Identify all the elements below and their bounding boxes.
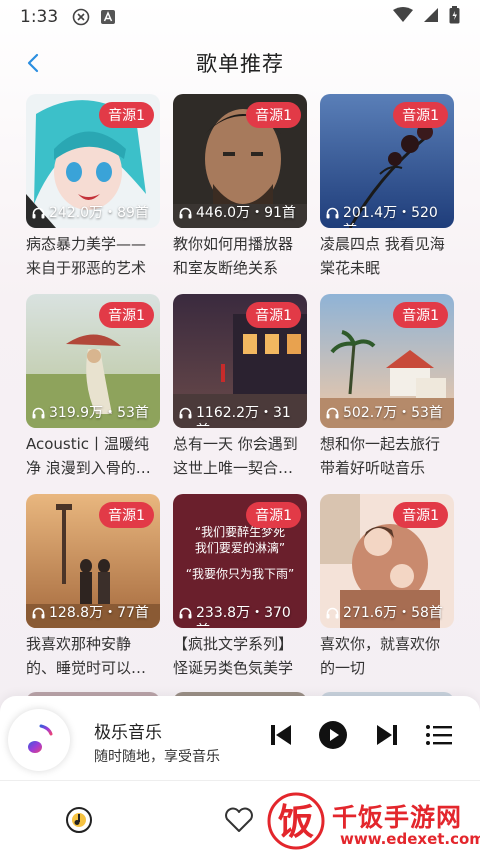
headphones-icon <box>179 607 192 619</box>
next-button[interactable] <box>372 720 402 750</box>
nav-music[interactable] <box>62 803 96 837</box>
source-badge: 音源1 <box>393 302 448 328</box>
play-count-text: 233.8万・370首 <box>196 605 291 626</box>
source-badge: 音源1 <box>393 502 448 528</box>
playlist-card[interactable]: 音源1 201.4万・520首 凌晨四点 我看见海棠花未眠 <box>320 94 454 280</box>
previous-button[interactable] <box>266 720 296 750</box>
playlist-card[interactable]: 音源1 128.8万・77首 我喜欢那种安静的、睡觉时可以… <box>26 494 160 680</box>
player-subtitle: 随时随地，享受音乐 <box>94 749 220 765</box>
source-badge: 音源1 <box>246 302 301 328</box>
play-count-text: 128.8万・77首 <box>49 605 149 621</box>
play-count-text: 446.0万・91首 <box>196 205 296 221</box>
headphones-icon <box>32 407 45 419</box>
play-count: 233.8万・370首 <box>179 604 303 626</box>
headphones-icon <box>32 207 45 219</box>
cover-quote-line3: “我要你只为我下雨” <box>185 567 295 581</box>
signal-icon <box>423 7 439 28</box>
playlist-title: 凌晨四点 我看见海棠花未眠 <box>320 235 445 277</box>
source-badge: 音源1 <box>393 102 448 128</box>
play-count: 271.6万・58首 <box>326 604 450 626</box>
playlist-card[interactable]: “我们要醉生梦死 我们要爱的淋漓” “我要你只为我下雨” 音源1 233.8万・… <box>173 494 307 680</box>
playlist-card[interactable]: 音源1 319.9万・53首 Acoustic丨温暖纯净 浪漫到入骨的… <box>26 294 160 480</box>
player-app-name: 极乐音乐 <box>94 723 162 743</box>
playlist-card[interactable]: 音源1 502.7万・53首 想和你一起去旅行带着好听哒音乐 <box>320 294 454 480</box>
play-count: 319.9万・53首 <box>32 404 156 426</box>
playlist-card[interactable]: 音源1 1162.2万・31首 总有一天 你会遇到这世上唯一契合… <box>173 294 307 480</box>
playlist-cover[interactable]: 音源1 502.7万・53首 <box>320 294 454 428</box>
playlist-title: 想和你一起去旅行带着好听哒音乐 <box>320 435 441 477</box>
playlist-title: 总有一天 你会遇到这世上唯一契合… <box>173 435 298 477</box>
play-count: 502.7万・53首 <box>326 404 450 426</box>
play-count: 446.0万・91首 <box>179 204 303 226</box>
playlist-queue-button[interactable] <box>424 720 454 750</box>
mini-player[interactable]: 极乐音乐 随时随地，享受音乐 <box>0 696 480 780</box>
battery-icon <box>449 5 460 29</box>
play-count-text: 1162.2万・31首 <box>196 405 291 426</box>
watermark-text: 千饭手游网 <box>332 803 463 832</box>
play-count-text: 319.9万・53首 <box>49 405 149 421</box>
cover-quote-line2: 我们要爱的淋漓” <box>194 541 286 555</box>
play-count: 201.4万・520首 <box>326 204 450 226</box>
play-button[interactable] <box>318 720 348 750</box>
page-title: 歌单推荐 <box>196 52 284 76</box>
headphones-icon <box>179 207 192 219</box>
play-count: 242.0万・89首 <box>32 204 156 226</box>
watermark-logo: 饭 <box>267 792 325 850</box>
watermark-logo-char: 饭 <box>278 802 314 843</box>
queue-list-icon <box>426 725 452 745</box>
music-disc-icon <box>66 807 92 833</box>
playlist-title: 【疯批文学系列】怪诞另类色気美学 <box>173 635 294 677</box>
playlist-title: Acoustic丨温暖纯净 浪漫到入骨的… <box>26 435 151 477</box>
playlist-cover[interactable]: 音源1 1162.2万・31首 <box>173 294 307 428</box>
headphones-icon <box>32 607 45 619</box>
playlist-title: 病态暴力美学——来自于邪恶的艺术 <box>26 235 147 277</box>
watermark-url: www.edexet.com <box>340 830 480 848</box>
playlist-cover[interactable]: “我们要醉生梦死 我们要爱的淋漓” “我要你只为我下雨” 音源1 233.8万・… <box>173 494 307 628</box>
source-badge: 音源1 <box>246 502 301 528</box>
headphones-icon <box>326 607 339 619</box>
back-button[interactable] <box>18 48 48 78</box>
play-count: 1162.2万・31首 <box>179 404 303 426</box>
nav-favorites[interactable] <box>222 803 256 837</box>
playlist-card[interactable]: 音源1 446.0万・91首 教你如何用播放器和室友断绝关系 <box>173 94 307 280</box>
source-badge: 音源1 <box>99 502 154 528</box>
play-count-text: 201.4万・520首 <box>343 205 438 226</box>
playlist-title: 喜欢你，就喜欢你的一切 <box>320 635 441 677</box>
wifi-icon <box>393 6 413 28</box>
playlist-cover[interactable]: 音源1 446.0万・91首 <box>173 94 307 228</box>
playlist-cover[interactable]: 音源1 201.4万・520首 <box>320 94 454 228</box>
skip-previous-icon <box>271 725 291 745</box>
cover-quote: “我们要醉生梦死 我们要爱的淋漓” “我要你只为我下雨” <box>173 524 307 582</box>
x-notification-icon <box>72 8 90 26</box>
source-badge: 音源1 <box>99 102 154 128</box>
heart-icon <box>225 807 253 832</box>
status-time: 1:33 <box>20 7 59 27</box>
play-count-text: 502.7万・53首 <box>343 405 443 421</box>
play-icon <box>319 721 347 749</box>
source-badge: 音源1 <box>246 102 301 128</box>
play-count-text: 242.0万・89首 <box>49 205 149 221</box>
play-count: 128.8万・77首 <box>32 604 156 626</box>
headphones-icon <box>326 207 339 219</box>
playlist-cover[interactable]: 音源1 128.8万・77首 <box>26 494 160 628</box>
playlist-cover[interactable]: 音源1 242.0万・89首 <box>26 94 160 228</box>
playlist-title: 教你如何用播放器和室友断绝关系 <box>173 235 294 277</box>
playlist-card[interactable]: 音源1 271.6万・58首 喜欢你，就喜欢你的一切 <box>320 494 454 680</box>
status-bar: 1:33 <box>0 0 480 34</box>
playlist-card[interactable]: 音源1 242.0万・89首 病态暴力美学——来自于邪恶的艺术 <box>26 94 160 280</box>
skip-next-icon <box>377 725 397 745</box>
source-badge: 音源1 <box>99 302 154 328</box>
playlist-title: 我喜欢那种安静的、睡觉时可以… <box>26 635 147 677</box>
header: 歌单推荐 <box>0 34 480 92</box>
playlist-cover[interactable]: 音源1 271.6万・58首 <box>320 494 454 628</box>
play-count-text: 271.6万・58首 <box>343 605 443 621</box>
headphones-icon <box>179 407 192 419</box>
headphones-icon <box>326 407 339 419</box>
back-chevron-icon <box>27 53 39 73</box>
player-album-art[interactable] <box>8 709 70 771</box>
a-notification-icon <box>100 9 116 25</box>
music-note-logo-icon <box>28 724 53 753</box>
playlist-cover[interactable]: 音源1 319.9万・53首 <box>26 294 160 428</box>
playlist-grid[interactable]: 音源1 242.0万・89首 病态暴力美学——来自于邪恶的艺术 音源1 446.… <box>0 92 480 696</box>
